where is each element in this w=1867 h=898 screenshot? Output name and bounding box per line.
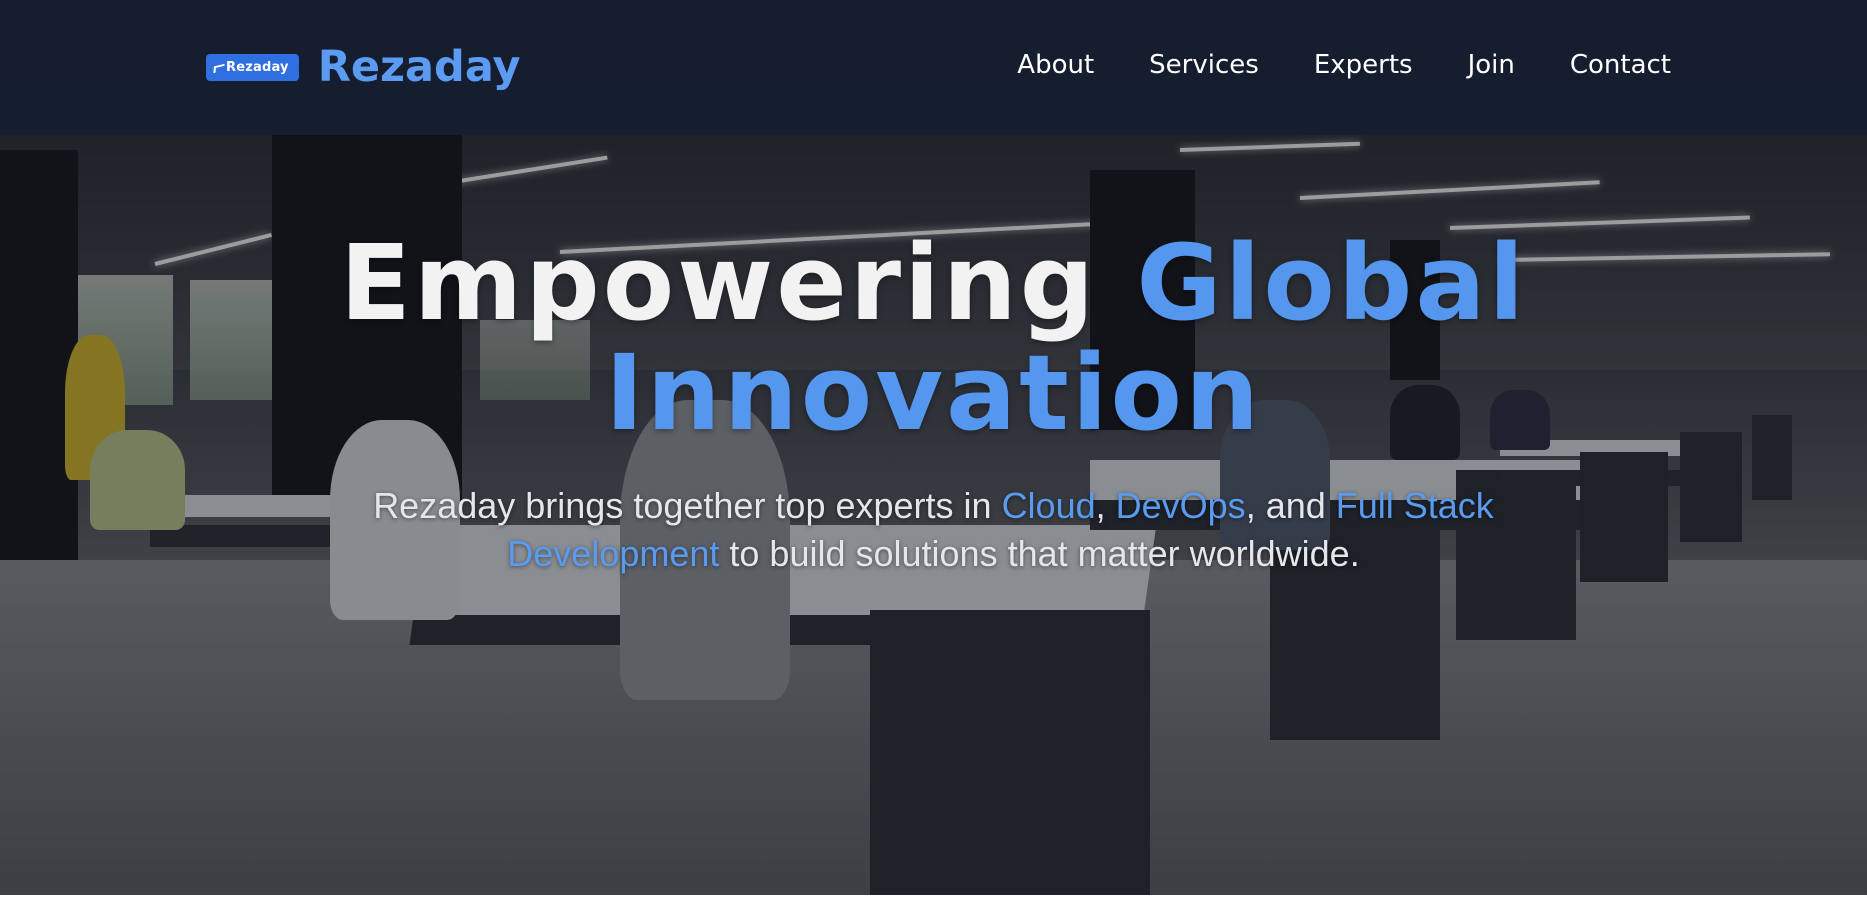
hero-title-accent-global: Global	[1136, 222, 1528, 344]
site-header: Rezaday Rezaday About Services Experts J…	[0, 0, 1867, 135]
hero-subtitle-highlight-cloud: Cloud	[1001, 485, 1096, 526]
hero-subtitle-separator: ,	[1095, 485, 1116, 526]
nav-link-experts[interactable]: Experts	[1314, 45, 1413, 85]
nav-link-contact[interactable]: Contact	[1570, 45, 1671, 85]
hero-subtitle-text: to build solutions that matter worldwide…	[719, 533, 1360, 574]
brand-badge-text: Rezaday	[226, 59, 289, 75]
nav-link-services[interactable]: Services	[1149, 45, 1259, 85]
page: Rezaday Rezaday About Services Experts J…	[0, 0, 1867, 898]
hero-title-plain: Empowering	[339, 222, 1137, 344]
hero-subtitle-highlight-devops: DevOps	[1115, 485, 1246, 526]
hero-title-accent-innovation: Innovation	[604, 332, 1263, 454]
hero-subtitle-separator: , and	[1245, 485, 1336, 526]
nav-link-about[interactable]: About	[1017, 45, 1094, 85]
logo-swoosh-icon	[213, 63, 225, 73]
brand-logo-badge: Rezaday	[206, 53, 299, 81]
nav-link-join[interactable]: Join	[1468, 45, 1515, 85]
hero-subtitle-text: Rezaday brings together top experts in	[373, 485, 1002, 526]
hero-subtitle: Rezaday brings together top experts in C…	[354, 482, 1514, 578]
brand-link[interactable]: Rezaday Rezaday	[206, 40, 521, 94]
main-nav: About Services Experts Join Contact	[1017, 45, 1671, 85]
hero-title: Empowering Global Innovation	[334, 228, 1534, 448]
hero-section: Empowering Global Innovation Rezaday brin…	[0, 228, 1867, 578]
brand-name: Rezaday	[317, 42, 521, 92]
